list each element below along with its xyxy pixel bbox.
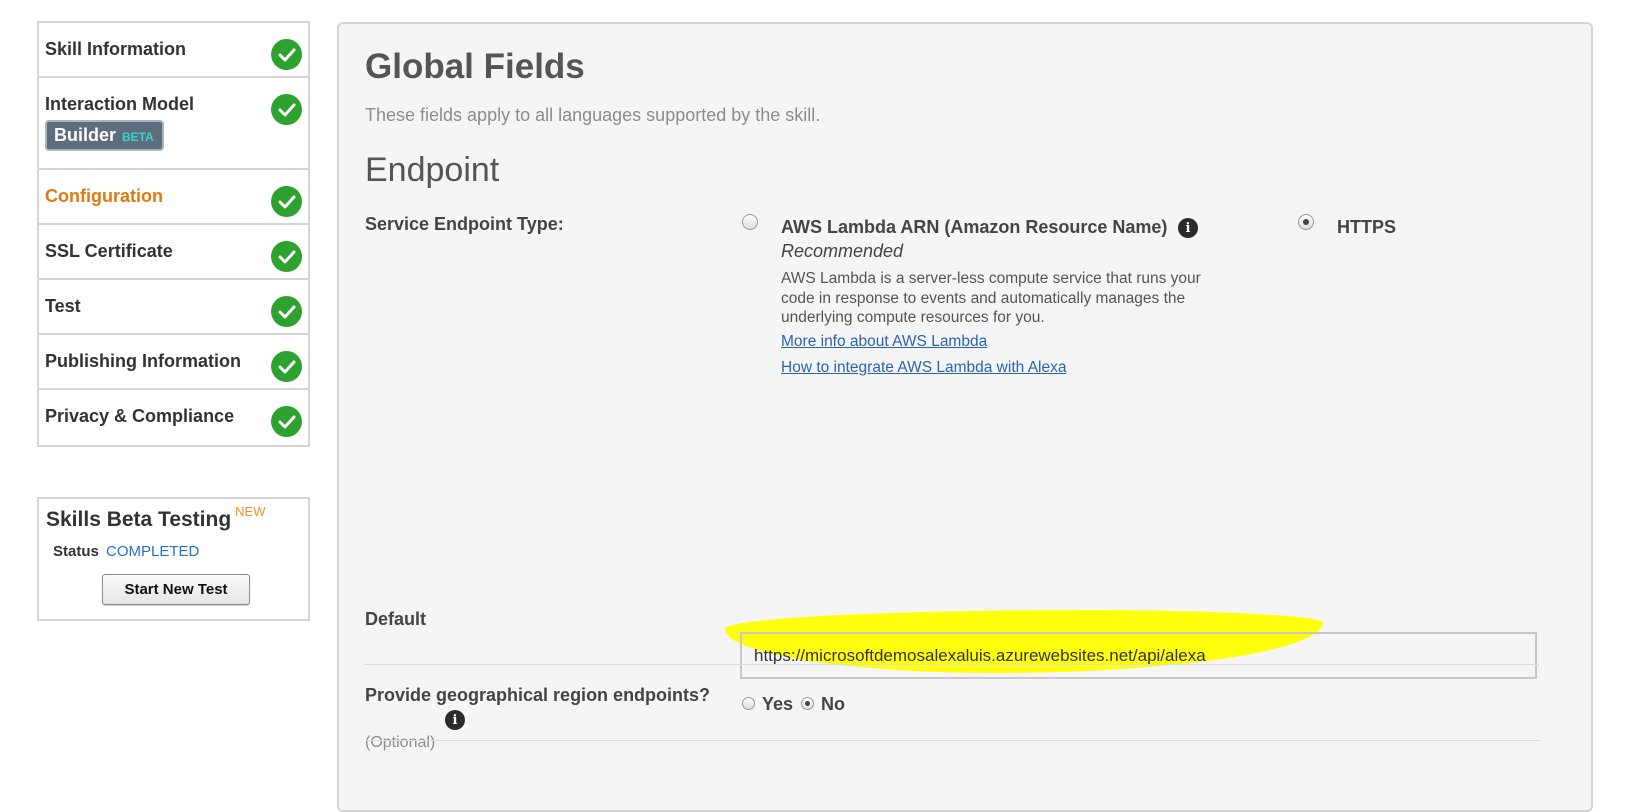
- aws-lambda-option-title: AWS Lambda ARN (Amazon Resource Name): [781, 217, 1168, 237]
- yes-label: Yes: [762, 694, 794, 714]
- divider: [365, 664, 1539, 665]
- nav-item-ssl-certificate[interactable]: SSL Certificate: [39, 225, 308, 280]
- nav-item-label: Interaction Model: [45, 94, 195, 114]
- recommended-label: Recommended: [781, 241, 904, 261]
- check-circle-icon: [271, 296, 302, 327]
- builder-beta-button[interactable]: Builder BETA: [45, 120, 164, 151]
- optional-text: (Optional): [365, 734, 436, 751]
- check-circle-icon: [271, 351, 302, 382]
- builder-label: Builder: [54, 125, 117, 145]
- skill-nav: Skill Information Interaction Model Buil…: [37, 21, 310, 447]
- beta-status: Status COMPLETED: [53, 543, 199, 560]
- nav-item-test[interactable]: Test: [39, 280, 308, 335]
- aws-lambda-description: AWS Lambda is a server-less compute serv…: [781, 270, 1201, 326]
- nav-item-label: Test: [45, 296, 81, 316]
- radio-no[interactable]: [801, 697, 814, 710]
- nav-item-label: Privacy & Compliance: [45, 406, 235, 426]
- check-circle-icon: [271, 406, 302, 437]
- status-value: COMPLETED: [106, 543, 200, 560]
- start-new-test-button[interactable]: Start New Test: [102, 574, 250, 605]
- optional-label: (Optional): [365, 734, 435, 752]
- nav-item-label: Skill Information: [45, 39, 187, 59]
- check-circle-icon: [271, 241, 302, 272]
- beta-tag: BETA: [122, 130, 154, 144]
- check-circle-icon: [271, 94, 302, 125]
- nav-item-label: Configuration: [45, 186, 163, 206]
- new-badge: NEW: [235, 504, 266, 519]
- page-subtitle: These fields apply to all languages supp…: [365, 105, 821, 125]
- nav-item-interaction-model[interactable]: Interaction Model Builder BETA: [39, 78, 308, 170]
- status-label: Status: [53, 543, 99, 560]
- nav-item-label: Publishing Information: [45, 351, 241, 371]
- default-endpoint-input[interactable]: [740, 632, 1537, 679]
- nav-item-label: SSL Certificate: [45, 241, 173, 261]
- section-title: Endpoint: [365, 151, 500, 189]
- radio-yes[interactable]: [742, 697, 755, 710]
- beta-testing-title-text: Skills Beta Testing: [46, 508, 232, 531]
- skills-beta-testing-box: Skills Beta Testing NEW Status COMPLETED …: [37, 497, 310, 621]
- no-label: No: [821, 694, 845, 714]
- geo-region-label: Provide geographical region endpoints?: [365, 685, 711, 705]
- more-info-aws-lambda-link[interactable]: More info about AWS Lambda: [781, 333, 987, 351]
- radio-https[interactable]: [1298, 214, 1314, 230]
- divider: [365, 740, 1539, 741]
- info-icon[interactable]: i: [445, 710, 465, 730]
- check-circle-icon: [271, 39, 302, 70]
- nav-item-publishing-information[interactable]: Publishing Information: [39, 335, 308, 390]
- page-title: Global Fields: [365, 47, 585, 86]
- global-fields-panel: Global Fields These fields apply to all …: [337, 22, 1593, 812]
- beta-testing-title: Skills Beta Testing NEW: [46, 504, 266, 532]
- default-label: Default: [365, 609, 427, 629]
- radio-aws-lambda[interactable]: [742, 214, 758, 230]
- nav-item-privacy-compliance[interactable]: Privacy & Compliance: [39, 390, 308, 445]
- service-endpoint-label: Service Endpoint Type:: [365, 214, 564, 234]
- nav-item-configuration[interactable]: Configuration: [39, 170, 308, 225]
- nav-item-skill-information[interactable]: Skill Information: [39, 23, 308, 78]
- info-icon[interactable]: i: [1178, 218, 1198, 238]
- check-circle-icon: [271, 186, 302, 217]
- integrate-aws-lambda-link[interactable]: How to integrate AWS Lambda with Alexa: [781, 359, 1066, 377]
- https-option-title: HTTPS: [1337, 217, 1397, 237]
